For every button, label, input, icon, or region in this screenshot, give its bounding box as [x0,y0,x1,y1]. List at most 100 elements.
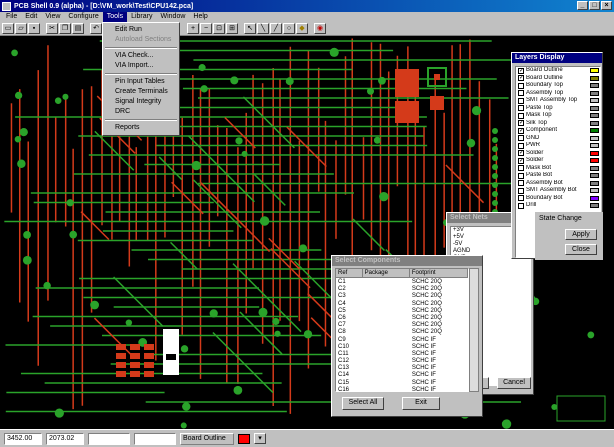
menu-item-via-check[interactable]: VIA Check... [103,51,179,61]
column-header-package[interactable]: Package [363,269,410,277]
layer-checkbox[interactable] [518,165,524,172]
menu-item-edit-run[interactable]: Edit Run [103,25,179,35]
vertical-scrollbar[interactable] [469,268,479,392]
layer-color-swatch[interactable] [590,120,599,126]
menu-item-autoload-sections[interactable]: Autoload Sections [103,35,179,45]
layer-row[interactable]: SMT Assembly Top [516,97,600,105]
layer-checkbox[interactable] [518,112,524,119]
layer-checkbox[interactable]: ✓ [518,127,524,134]
table-row[interactable]: C10 SCHC IF [336,343,468,350]
table-row[interactable]: C5 SCHC 20Q [336,307,468,314]
layer-color-swatch[interactable] [590,180,599,186]
menu-window[interactable]: Window [157,12,190,22]
statusbar-option-icon[interactable]: ▾ [254,433,266,444]
layer-checkbox[interactable]: ✓ [518,67,524,74]
table-row[interactable]: C13 SCHC IF [336,364,468,371]
menu-edit[interactable]: Edit [21,12,41,22]
layer-color-swatch[interactable] [590,83,599,89]
layer-row[interactable]: Boundary Bot [516,195,600,203]
layer-checkbox[interactable] [518,195,524,202]
layer-checkbox[interactable] [518,82,524,89]
layer-row[interactable]: Paste Top [516,105,600,113]
undo-icon[interactable]: ↶ [90,23,102,34]
table-row[interactable]: C6 SCHC 20Q [336,314,468,321]
menu-view[interactable]: View [41,12,64,22]
active-layer-select[interactable]: Board Outline [180,432,234,445]
layer-checkbox[interactable] [518,202,524,209]
save-icon[interactable]: ▪ [28,23,40,34]
layer-color-swatch[interactable] [590,203,599,209]
layer-color-swatch[interactable] [590,165,599,171]
selected-component[interactable] [163,329,179,375]
table-row[interactable]: C15 SCHC IF [336,379,468,386]
menu-library[interactable]: Library [127,12,156,22]
exit-button[interactable]: Exit [402,397,440,410]
column-header-footprint[interactable]: Footprint [410,269,468,277]
layer-color-swatch[interactable] [590,75,599,81]
minimize-button[interactable]: _ [577,1,588,10]
layer-row[interactable]: Assembly Top [516,90,600,98]
menu-item-via-import[interactable]: VIA Import... [103,61,179,71]
table-row[interactable]: C4 SCHC 20Q [336,300,468,307]
layer-color-swatch[interactable] [590,135,599,141]
table-row[interactable]: C1 SCHC 20Q [336,278,468,285]
active-layer-color[interactable] [238,433,250,444]
zoom-window-icon[interactable]: ⊞ [226,23,238,34]
table-row[interactable]: C9 SCHC IF [336,336,468,343]
menu-item-signal-integrity[interactable]: Signal Integrity [103,97,179,107]
layer-row[interactable]: Paste Bot [516,172,600,180]
layer-checkbox[interactable]: ✓ [518,75,524,82]
layer-row[interactable]: ✓ Component [516,127,600,135]
layer-row[interactable]: Mask Top [516,112,600,120]
layer-checkbox[interactable]: ✓ [518,157,524,164]
select-all-button[interactable]: Select All [342,397,384,410]
table-row[interactable]: C2 SCHC 20Q [336,285,468,292]
layer-row[interactable]: ✓ Silk Top [516,120,600,128]
select-icon[interactable]: ↖ [244,23,256,34]
layer-color-swatch[interactable] [590,150,599,156]
column-header-ref[interactable]: Ref [336,269,363,277]
maximize-button[interactable]: □ [589,1,600,10]
copy-icon[interactable]: ❐ [59,23,71,34]
layer-checkbox[interactable] [518,187,524,194]
menu-item-reports[interactable]: Reports [103,123,179,133]
menu-file[interactable]: File [2,12,21,22]
layer-color-swatch[interactable] [590,143,599,149]
table-row[interactable]: C12 SCHC IF [336,357,468,364]
measure-icon[interactable]: ╱ [270,23,282,34]
layer-row[interactable]: PWR [516,142,600,150]
paste-icon[interactable]: ▤ [72,23,84,34]
layer-row[interactable]: SMT Assembly Bot [516,187,600,195]
zoom-fit-icon[interactable]: ⊡ [213,23,225,34]
layer-color-swatch[interactable] [590,158,599,164]
apply-button[interactable]: Apply [565,229,597,240]
layer-row[interactable]: ✓ Solder [516,157,600,165]
layer-color-swatch[interactable] [590,195,599,201]
zoom-out-icon[interactable]: − [200,23,212,34]
route-icon[interactable]: ╲ [257,23,269,34]
layer-color-swatch[interactable] [590,68,599,74]
layer-toggle-icon[interactable]: ◉ [314,23,326,34]
menu-configure[interactable]: Configure [64,12,102,22]
menu-help[interactable]: Help [189,12,211,22]
menu-item-create-terminals[interactable]: Create Terminals [103,87,179,97]
layer-checkbox[interactable] [518,90,524,97]
close-dialog-button[interactable]: Close [565,244,597,255]
menu-item-pin-input-tables[interactable]: Pin Input Tables [103,77,179,87]
layer-color-swatch[interactable] [590,128,599,134]
open-folder-icon[interactable]: ▱ [15,23,27,34]
layer-row[interactable]: ✓ Solder [516,150,600,158]
layer-checkbox[interactable]: ✓ [518,120,524,127]
layer-checkbox[interactable] [518,97,524,104]
layer-row[interactable]: Boundary Top [516,82,600,90]
via-icon[interactable]: ○ [283,23,295,34]
cancel-button[interactable]: Cancel [497,377,531,389]
menu-tools[interactable]: Tools [102,12,128,22]
table-row[interactable]: C11 SCHC IF [336,350,468,357]
table-row[interactable]: C8 SCHC 20Q [336,328,468,335]
layer-checkbox[interactable] [518,180,524,187]
layer-checkbox[interactable] [518,172,524,179]
layer-row[interactable]: Mask Bot [516,165,600,173]
layer-row[interactable]: Assembly Bot [516,180,600,188]
layer-color-swatch[interactable] [590,98,599,104]
